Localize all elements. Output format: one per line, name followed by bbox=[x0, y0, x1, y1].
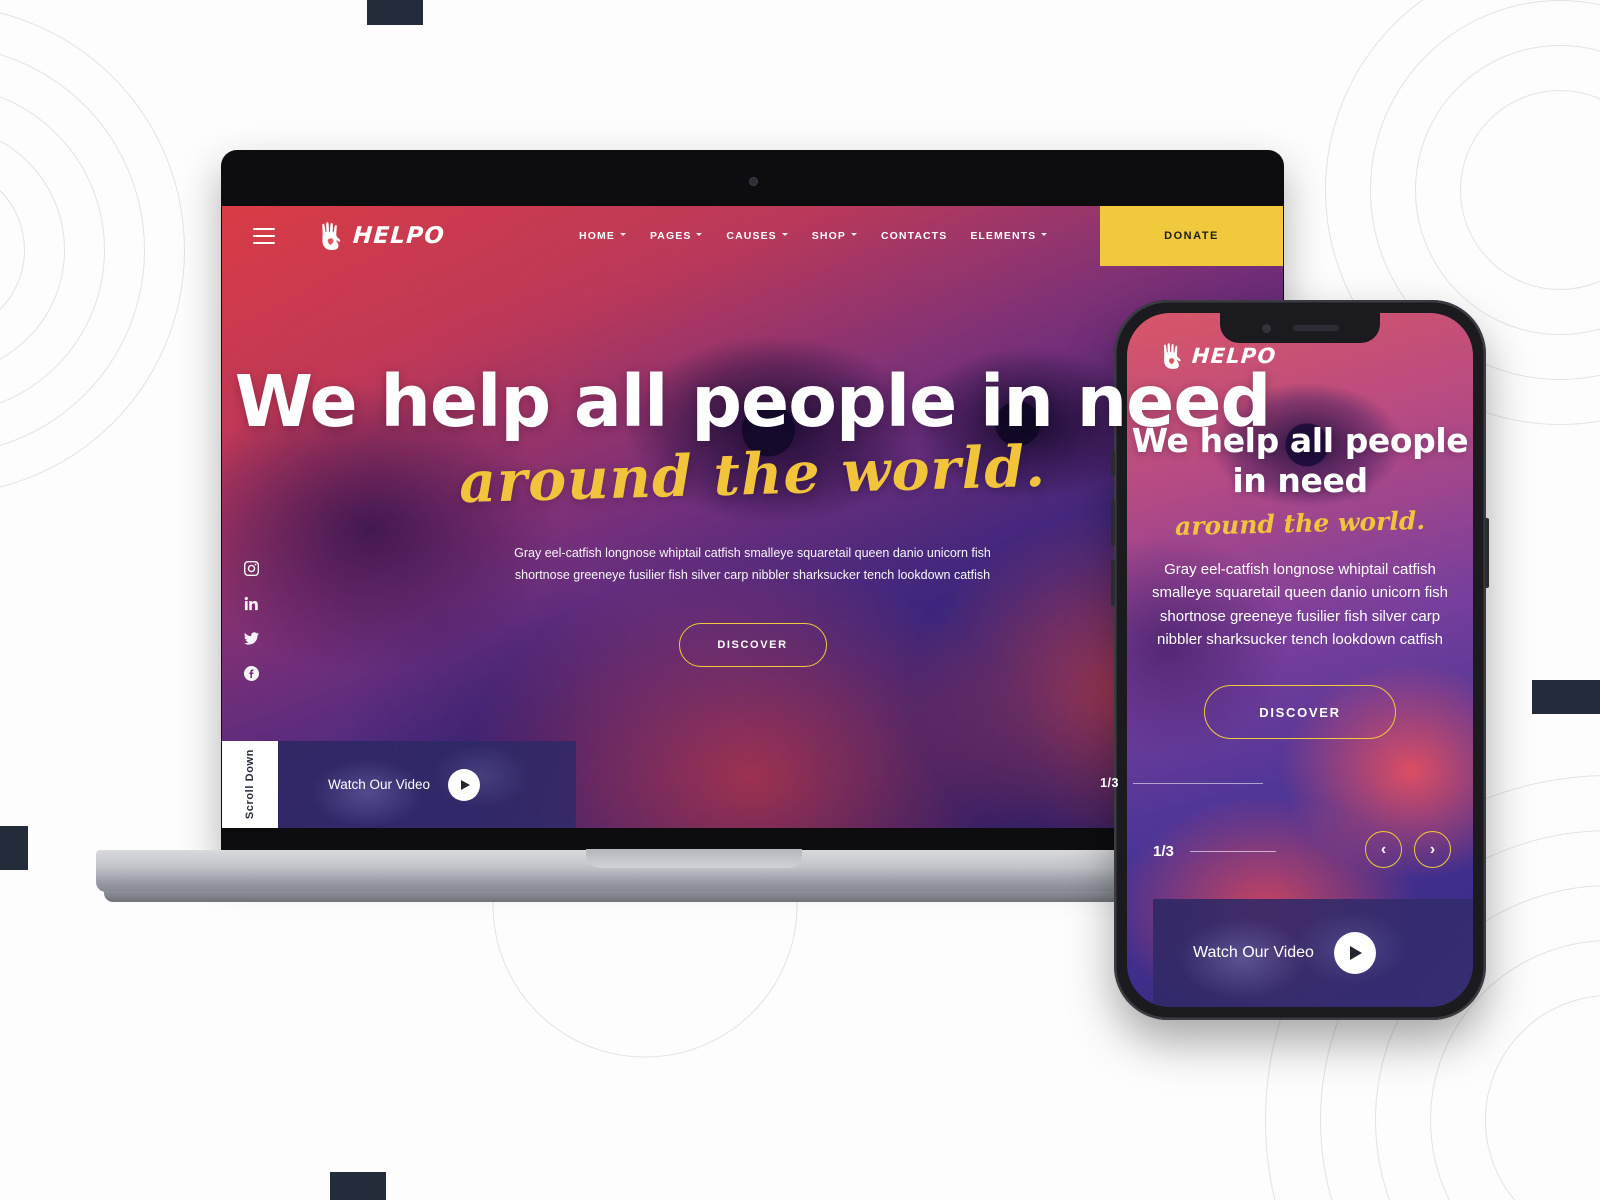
phone-slide-counter: 1/3 bbox=[1153, 843, 1174, 860]
watch-video-label: Watch Our Video bbox=[328, 777, 431, 792]
watch-video-bar[interactable]: Watch Our Video bbox=[278, 741, 576, 828]
earpiece-speaker-icon bbox=[1292, 325, 1339, 331]
laptop-webcam-icon bbox=[748, 177, 758, 186]
menu-label: ELEMENTS bbox=[970, 230, 1037, 242]
chevron-down-icon bbox=[1041, 232, 1048, 240]
menu-label: SHOP bbox=[811, 230, 846, 242]
slider-progress: 1/3 bbox=[1100, 776, 1263, 790]
prev-glyph: ‹ bbox=[1380, 840, 1387, 858]
laptop-base bbox=[96, 849, 1292, 892]
decorative-square-bottom bbox=[330, 1172, 386, 1200]
hero-headline: We help all people in need bbox=[234, 360, 1272, 443]
decorative-square-left bbox=[0, 826, 28, 870]
hamburger-icon[interactable] bbox=[253, 228, 275, 244]
menu-label: CONTACTS bbox=[880, 230, 948, 242]
chevron-down-icon bbox=[619, 232, 627, 240]
chevron-down-icon bbox=[696, 232, 703, 240]
main-menu: HOME PAGES CAUSES SHOP CONTACTS ELEMENTS bbox=[579, 230, 1048, 242]
phone-power-button bbox=[1485, 518, 1489, 588]
site-logo[interactable]: HELPO bbox=[318, 222, 446, 250]
page-root: HELPO HOME PAGES CAUSES SHOP CONTACTS EL… bbox=[0, 0, 1600, 1200]
chevron-down-icon bbox=[781, 232, 789, 240]
donate-button[interactable]: DONATE bbox=[1100, 206, 1283, 266]
hand-icon bbox=[318, 222, 344, 250]
hero-lead-text: Gray eel-catfish longnose whiptail catfi… bbox=[514, 545, 991, 582]
menu-item-elements[interactable]: ELEMENTS bbox=[970, 230, 1048, 242]
linkedin-icon[interactable] bbox=[244, 596, 259, 611]
next-glyph: › bbox=[1429, 840, 1436, 858]
hand-icon bbox=[1160, 343, 1184, 369]
slide-counter: 1/3 bbox=[1100, 776, 1119, 790]
chevron-down-icon bbox=[850, 232, 858, 240]
chevron-right-icon[interactable]: › bbox=[1414, 831, 1451, 868]
chevron-left-icon[interactable]: ‹ bbox=[1365, 831, 1402, 868]
phone-discover-button[interactable]: DISCOVER bbox=[1204, 685, 1396, 739]
slider-progress-line[interactable] bbox=[1133, 782, 1263, 784]
menu-item-causes[interactable]: CAUSES bbox=[726, 230, 788, 242]
phone-slider-arrows: ‹ › bbox=[1365, 831, 1451, 868]
laptop-mockup: HELPO HOME PAGES CAUSES SHOP CONTACTS EL… bbox=[96, 150, 1292, 930]
phone-slider-progress: 1/3 bbox=[1153, 843, 1276, 860]
hero-section: We help all people in need around the wo… bbox=[222, 366, 1283, 667]
social-links bbox=[244, 561, 259, 681]
menu-item-pages[interactable]: PAGES bbox=[650, 230, 703, 242]
discover-label: DISCOVER bbox=[717, 638, 788, 651]
logo-text: HELPO bbox=[1191, 344, 1278, 368]
site-header: HELPO HOME PAGES CAUSES SHOP CONTACTS EL… bbox=[222, 206, 1283, 266]
phone-watch-video-label: Watch Our Video bbox=[1193, 944, 1314, 961]
phone-watch-video-bar[interactable]: Watch Our Video bbox=[1153, 899, 1473, 1007]
facebook-icon[interactable] bbox=[244, 666, 259, 681]
menu-item-contacts[interactable]: CONTACTS bbox=[881, 230, 947, 242]
play-icon[interactable] bbox=[448, 768, 481, 801]
menu-label: HOME bbox=[579, 230, 615, 242]
menu-label: CAUSES bbox=[726, 230, 777, 242]
hero-headline-script: around the world. bbox=[458, 432, 1047, 517]
instagram-icon[interactable] bbox=[244, 561, 259, 576]
laptop-foot bbox=[104, 891, 1284, 902]
phone-hero-headline: We help all people in need bbox=[1131, 421, 1469, 501]
scroll-down-indicator[interactable]: Scroll Down bbox=[222, 741, 278, 828]
phone-discover-label: DISCOVER bbox=[1259, 704, 1341, 720]
front-camera-icon bbox=[1261, 323, 1271, 333]
decorative-square-top bbox=[367, 0, 423, 25]
phone-slider-progress-line[interactable] bbox=[1189, 851, 1276, 852]
decorative-square-right bbox=[1532, 680, 1600, 714]
twitter-icon[interactable] bbox=[244, 631, 259, 646]
menu-item-home[interactable]: HOME bbox=[579, 230, 627, 242]
phone-site-logo[interactable]: HELPO bbox=[1160, 343, 1277, 369]
phone-hero-lead-text: Gray eel-catfish longnose whiptail catfi… bbox=[1151, 561, 1448, 648]
scroll-down-label: Scroll Down bbox=[244, 749, 256, 820]
logo-text: HELPO bbox=[352, 223, 446, 249]
donate-label: DONATE bbox=[1164, 230, 1219, 242]
play-icon[interactable] bbox=[1333, 932, 1376, 974]
menu-label: PAGES bbox=[649, 230, 692, 242]
menu-item-shop[interactable]: SHOP bbox=[812, 230, 858, 242]
phone-notch bbox=[1220, 313, 1380, 343]
discover-button[interactable]: DISCOVER bbox=[678, 622, 827, 667]
